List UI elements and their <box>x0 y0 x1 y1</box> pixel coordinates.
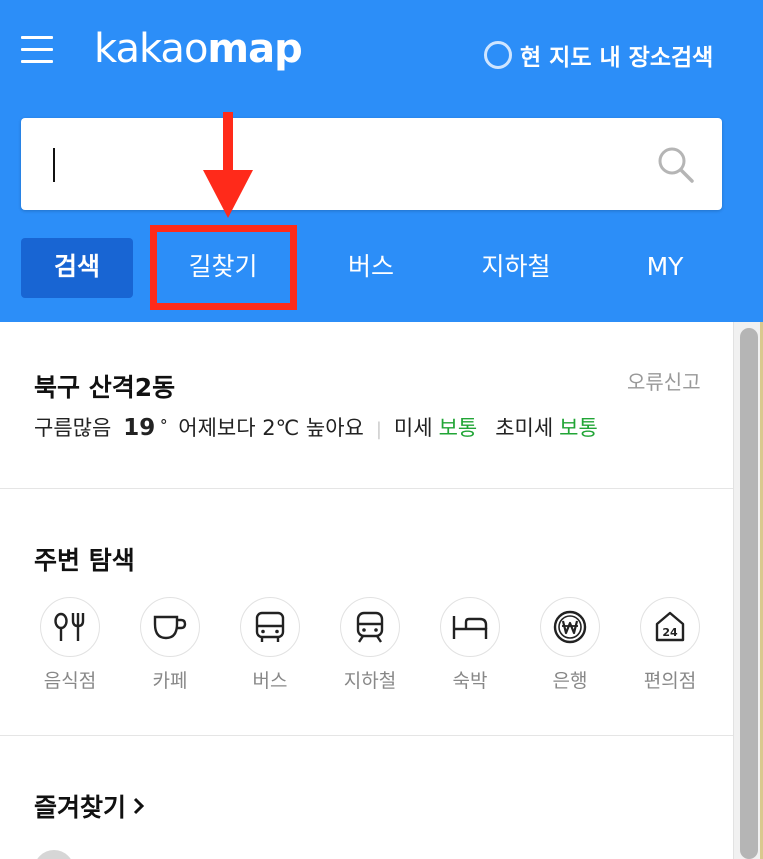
coffee-cup-icon <box>140 597 200 657</box>
kakaomap-logo[interactable]: kakaomap <box>94 26 303 72</box>
category-bus[interactable]: 버스 <box>240 597 300 693</box>
nearby-explore-section: 주변 탐색 음식점 카페 버스 지하철 숙박 은행 24 편의점 <box>0 489 733 736</box>
weather-section: 북구 산격2동 오류신고 구름많음 19 ˚ 어제보다 2℃ 높아요 | 미세 … <box>0 322 733 489</box>
weather-comparison: 어제보다 2℃ 높아요 <box>178 416 364 440</box>
annotation-arrow-head <box>203 170 253 218</box>
report-error-link[interactable]: 오류신고 <box>627 366 701 395</box>
chevron-right-icon <box>133 797 145 815</box>
nearby-title: 주변 탐색 <box>34 546 135 575</box>
tab-search[interactable]: 검색 <box>21 238 133 298</box>
weather-divider: | <box>375 419 382 440</box>
category-label: 카페 <box>152 670 188 692</box>
search-icon[interactable] <box>657 146 695 184</box>
annotation-arrow-shaft <box>223 112 233 174</box>
won-coin-icon <box>540 597 600 657</box>
category-label: 숙박 <box>452 670 488 692</box>
category-bank[interactable]: 은행 <box>540 597 600 693</box>
category-label: 은행 <box>552 670 588 692</box>
train-icon <box>340 597 400 657</box>
category-subway[interactable]: 지하철 <box>340 597 400 693</box>
category-label: 음식점 <box>43 670 97 692</box>
main-tabs: 검색 길찾기 버스 지하철 MY <box>21 238 741 298</box>
search-input[interactable] <box>51 140 641 188</box>
content-panel: 북구 산격2동 오류신고 구름많음 19 ˚ 어제보다 2℃ 높아요 | 미세 … <box>0 322 733 859</box>
map-area-search-toggle[interactable]: 현 지도 내 장소검색 <box>484 38 713 72</box>
favorites-title: 즐겨찾기 <box>34 793 127 822</box>
weather-summary: 구름많음 19 ˚ 어제보다 2℃ 높아요 | 미세 보통 초미세 보통 <box>34 412 598 442</box>
tab-subway[interactable]: 지하철 <box>461 238 571 298</box>
hamburger-menu-icon[interactable] <box>21 36 53 66</box>
bed-icon <box>440 597 500 657</box>
fine-dust-label: 미세 <box>393 416 433 440</box>
logo-bold-text: map <box>207 26 302 72</box>
scrollbar[interactable] <box>733 322 763 859</box>
fork-knife-icon <box>40 597 100 657</box>
weather-condition: 구름많음 <box>34 416 112 440</box>
category-convenience-store[interactable]: 24 편의점 <box>640 597 700 693</box>
search-box[interactable] <box>21 118 722 210</box>
svg-text:24: 24 <box>662 626 678 639</box>
category-restaurant[interactable]: 음식점 <box>40 597 100 693</box>
favorite-item-avatar[interactable] <box>34 850 74 859</box>
logo-light-text: kakao <box>94 26 208 72</box>
annotation-highlight-box <box>150 225 297 310</box>
24h-store-icon: 24 <box>640 597 700 657</box>
category-lodging[interactable]: 숙박 <box>440 597 500 693</box>
weather-temperature: 19 <box>123 415 156 441</box>
map-area-search-label: 현 지도 내 장소검색 <box>520 45 714 71</box>
text-caret <box>53 148 55 182</box>
bus-icon <box>240 597 300 657</box>
tab-bus[interactable]: 버스 <box>321 238 421 298</box>
category-label: 버스 <box>252 670 288 692</box>
fine-dust-value: 보통 <box>438 416 478 440</box>
category-cafe[interactable]: 카페 <box>140 597 200 693</box>
ultra-fine-dust-label: 초미세 <box>495 416 554 440</box>
favorites-section: 즐겨찾기 <box>0 736 733 859</box>
category-label: 편의점 <box>643 670 697 692</box>
weather-location: 북구 산격2동 <box>34 373 176 402</box>
ultra-fine-dust-value: 보통 <box>559 416 598 440</box>
tab-my[interactable]: MY <box>617 238 713 298</box>
degree-symbol: ˚ <box>159 419 169 440</box>
header: kakaomap 현 지도 내 장소검색 검색 길찾기 버스 지하철 MY <box>0 0 763 322</box>
category-list: 음식점 카페 버스 지하철 숙박 은행 24 편의점 <box>40 597 720 697</box>
radio-circle-icon[interactable] <box>484 41 512 69</box>
scrollbar-thumb[interactable] <box>740 328 758 859</box>
favorites-link[interactable]: 즐겨찾기 <box>34 788 146 824</box>
category-label: 지하철 <box>343 670 397 692</box>
